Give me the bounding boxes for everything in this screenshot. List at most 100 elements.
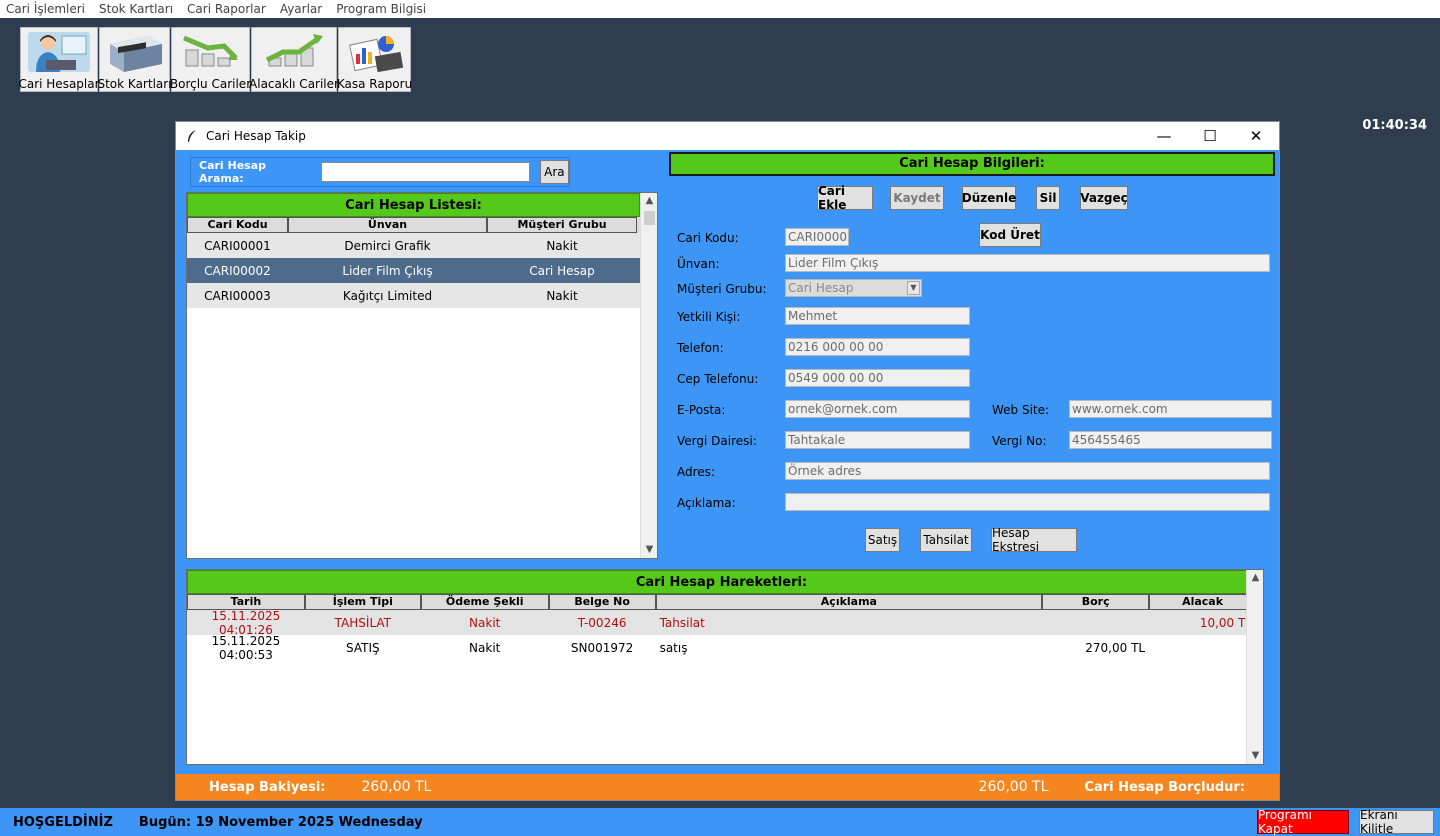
scroll-down-icon[interactable]: ▼ (641, 542, 658, 558)
cell-doc-no: SN001972 (570, 640, 634, 655)
telefon-field[interactable]: 0216 000 00 00 (785, 338, 970, 356)
lock-screen-button[interactable]: Ekranı Kilitle (1359, 808, 1434, 836)
label-musteri-grubu: Müşteri Grubu: (677, 282, 767, 296)
adres-field[interactable]: Örnek adres (785, 462, 1270, 480)
user-at-desk-icon (28, 32, 90, 72)
cep-telefonu-field[interactable]: 0549 000 00 00 (785, 369, 970, 387)
column-header-borc[interactable]: Borç (1042, 594, 1150, 610)
generate-code-button[interactable]: Kod Üret (979, 223, 1041, 247)
account-movements-title: Cari Hesap Hareketleri: (187, 570, 1256, 594)
scroll-up-icon[interactable]: ▲ (641, 193, 658, 209)
table-row[interactable]: CARI00001 Demirci Grafik Nakit (187, 233, 640, 258)
cell-payment: Nakit (469, 640, 501, 655)
column-header-alacak[interactable]: Alacak (1149, 594, 1257, 610)
column-header-odeme-sekli[interactable]: Ödeme Şekli (420, 594, 549, 610)
cell-title: Demirci Grafik (344, 238, 431, 253)
toolbar-button-borclu-cariler[interactable]: Borçlu Cariler (169, 27, 252, 92)
edit-button[interactable]: Düzenle (962, 186, 1016, 210)
menu-item-ayarlar[interactable]: Ayarlar (280, 2, 322, 16)
window-titlebar[interactable]: Cari Hesap Takip — ☐ ✕ (176, 122, 1279, 150)
feather-icon (188, 130, 196, 142)
column-header-unvan[interactable]: Ünvan (288, 217, 487, 233)
welcome-text: HOŞGELDİNİZ (13, 814, 113, 830)
toolbar-label: Borçlu Cariler (169, 77, 252, 91)
column-header-cari-kodu[interactable]: Cari Kodu (187, 217, 288, 233)
cell-type: SATIŞ (346, 640, 380, 655)
close-icon[interactable]: ✕ (1233, 122, 1279, 150)
column-header-belge-no[interactable]: Belge No (548, 594, 656, 610)
label-cep-telefonu: Cep Telefonu: (677, 372, 759, 386)
cell-code: CARI00003 (204, 288, 271, 303)
window-body: Cari Hesap Arama: Ara Cari Hesap Listesi… (176, 150, 1279, 774)
web-site-field[interactable]: www.ornek.com (1069, 400, 1272, 418)
cell-doc-no: T-00246 (577, 615, 627, 630)
yetkili-kisi-field[interactable]: Mehmet (785, 307, 970, 325)
account-list-scrollbar[interactable]: ▲ ▼ (640, 193, 657, 558)
search-input[interactable] (321, 162, 530, 182)
musteri-grubu-select[interactable]: Cari Hesap ▼ (785, 279, 922, 297)
label-adres: Adres: (677, 465, 715, 479)
column-header-islem-tipi[interactable]: İşlem Tipi (304, 594, 421, 610)
table-row-selected[interactable]: CARI00002 Lider Film Çıkış Cari Hesap (187, 258, 640, 283)
search-button[interactable]: Ara (539, 160, 569, 184)
balance-status: Cari Hesap Borçludur: (1084, 779, 1245, 795)
account-list-title: Cari Hesap Listesi: (187, 193, 640, 217)
toolbar-button-kasa-raporu[interactable]: Kasa Raporu (337, 27, 412, 92)
cari-kodu-field[interactable]: CARI00002 (785, 228, 849, 246)
calculator-report-icon (348, 36, 403, 73)
account-statement-button[interactable]: Hesap Ekstresi (991, 526, 1077, 554)
column-header-musteri-grubu[interactable]: Müşteri Grubu (487, 217, 637, 233)
menu-bar: Cari İşlemleri Stok Kartları Cari Raporl… (0, 0, 1440, 18)
clock: 01:40:34 (1362, 118, 1427, 133)
movements-scrollbar[interactable]: ▲ ▼ (1246, 570, 1263, 764)
cell-description: Tahsilat (659, 615, 705, 630)
add-account-button[interactable]: Cari Ekle (817, 184, 873, 212)
label-unvan: Ünvan: (677, 257, 720, 271)
label-e-posta: E-Posta: (677, 403, 726, 417)
vergi-no-field[interactable]: 456455465 (1069, 431, 1272, 449)
scroll-up-icon[interactable]: ▲ (1247, 570, 1264, 586)
e-posta-field[interactable]: ornek@ornek.com (785, 400, 970, 418)
maximize-icon[interactable]: ☐ (1187, 122, 1233, 150)
toolbar-button-stok-kartlari[interactable]: Stok Kartları (97, 27, 172, 92)
scroll-down-icon[interactable]: ▼ (1247, 748, 1264, 764)
label-web-site: Web Site: (992, 403, 1050, 417)
menu-item-cari-islemleri[interactable]: Cari İşlemleri (6, 2, 85, 16)
musteri-grubu-value: Cari Hesap (788, 281, 854, 295)
label-yetkili-kisi: Yetkili Kişi: (677, 310, 741, 324)
status-bar: HOŞGELDİNİZ Bugün: 19 November 2025 Wedn… (0, 808, 1440, 836)
account-list: Cari Hesap Listesi: Cari Kodu Ünvan Müşt… (186, 192, 658, 559)
minimize-icon[interactable]: — (1141, 122, 1187, 150)
chevron-down-icon[interactable]: ▼ (907, 281, 920, 295)
movement-row[interactable]: 15.11.2025 04:00:53 SATIŞ Nakit SN001972… (187, 634, 1256, 662)
save-button[interactable]: Kaydet (890, 186, 944, 210)
menu-item-cari-raporlar[interactable]: Cari Raporlar (187, 2, 266, 16)
cancel-button[interactable]: Vazgeç (1080, 186, 1128, 210)
toolbar-label: Cari Hesaplar (18, 77, 100, 91)
cell-description: satış (659, 640, 688, 655)
movements-header: Tarih İşlem Tipi Ödeme Şekli Belge No Aç… (187, 594, 1257, 610)
cell-code: CARI00001 (204, 238, 271, 253)
vergi-dairesi-field[interactable]: Tahtakale (785, 431, 970, 449)
cell-code: CARI00002 (204, 263, 271, 278)
collection-button[interactable]: Tahsilat (920, 528, 972, 552)
search-bar: Cari Hesap Arama: Ara (190, 157, 570, 187)
toolbar-button-alacakli-cariler[interactable]: Alacaklı Cariler (249, 27, 339, 92)
toolbar-button-cari-hesaplar[interactable]: Cari Hesaplar (18, 27, 100, 92)
menu-item-program-bilgisi[interactable]: Program Bilgisi (336, 2, 426, 16)
column-header-aciklama[interactable]: Açıklama (655, 594, 1043, 610)
label-aciklama: Açıklama: (677, 496, 736, 510)
balance-label: Hesap Bakiyesi: (209, 779, 326, 795)
unvan-field[interactable]: Lider Film Çıkış (785, 254, 1270, 272)
close-program-button[interactable]: Programı Kapat (1257, 808, 1349, 836)
balance-value-right: 260,00 TL (978, 779, 1049, 795)
money-down-icon (182, 35, 238, 67)
sale-button[interactable]: Satış (865, 528, 900, 552)
aciklama-field[interactable] (785, 493, 1270, 511)
delete-button[interactable]: Sil (1036, 186, 1060, 210)
cari-hesap-window: Cari Hesap Takip — ☐ ✕ Cari Hesap Arama:… (175, 121, 1280, 801)
menu-item-stok-kartlari[interactable]: Stok Kartları (99, 2, 173, 16)
scroll-thumb[interactable] (644, 211, 655, 225)
table-row[interactable]: CARI00003 Kağıtçı Limited Nakit (187, 283, 640, 308)
movement-row[interactable]: 15.11.2025 04:01:26 TAHSİLAT Nakit T-002… (187, 609, 1256, 637)
